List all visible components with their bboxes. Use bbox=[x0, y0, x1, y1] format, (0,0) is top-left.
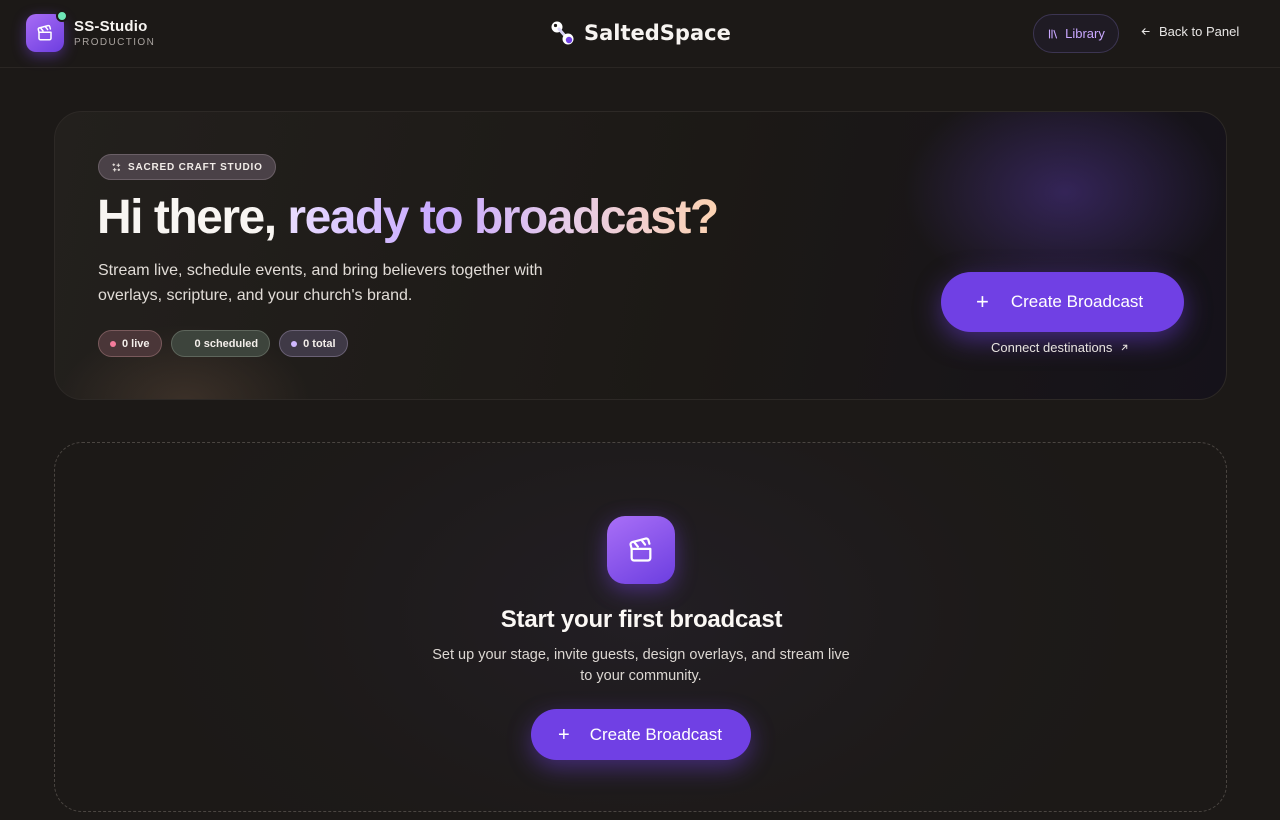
plus-icon: + bbox=[976, 289, 989, 314]
studio-brand[interactable]: SS-Studio PRODUCTION bbox=[26, 10, 156, 52]
brand-logo bbox=[26, 10, 68, 52]
total-dot-icon bbox=[291, 340, 298, 347]
arrow-left-icon bbox=[1141, 28, 1150, 35]
app-logo[interactable]: SaltedSpace bbox=[550, 20, 731, 46]
online-status-dot bbox=[56, 10, 68, 22]
library-button[interactable]: Library bbox=[1033, 14, 1119, 53]
empty-state-title: Start your first broadcast bbox=[500, 606, 783, 633]
sparkles-icon bbox=[112, 162, 121, 172]
empty-create-broadcast-button[interactable]: + Create Broadcast bbox=[531, 709, 751, 760]
brand-name: SS-Studio bbox=[74, 17, 148, 35]
create-broadcast-label: Create Broadcast bbox=[1010, 292, 1144, 311]
clapperboard-icon bbox=[629, 537, 652, 562]
badge-label: SACRED CRAFT STUDIO bbox=[128, 161, 263, 173]
total-count: 0 total bbox=[303, 337, 336, 350]
empty-state-panel: Start your first broadcast Set up your s… bbox=[54, 442, 1227, 812]
back-label: Back to Panel bbox=[1159, 24, 1240, 39]
app-name: SaltedSpace bbox=[584, 21, 731, 45]
scheduled-count-badge: 0 scheduled bbox=[170, 330, 271, 357]
live-count: 0 live bbox=[122, 337, 150, 350]
connect-destinations-label: Connect destinations bbox=[991, 340, 1113, 355]
empty-state-icon-tile bbox=[607, 516, 675, 584]
clapperboard-icon bbox=[37, 24, 52, 41]
empty-state-description: Set up your stage, invite guests, design… bbox=[432, 647, 850, 684]
library-label: Library bbox=[1065, 26, 1105, 41]
studio-badge: SACRED CRAFT STUDIO bbox=[98, 154, 276, 180]
hero-description: Stream live, schedule events, and bring … bbox=[98, 262, 543, 304]
broadcast-stats: 0 live 0 scheduled 0 total bbox=[98, 330, 348, 357]
back-to-panel-button[interactable]: Back to Panel bbox=[1140, 24, 1239, 39]
top-bar: SS-Studio PRODUCTION SaltedSpace Library… bbox=[0, 0, 1280, 68]
scheduled-count: 0 scheduled bbox=[194, 337, 259, 350]
live-dot-icon bbox=[110, 340, 116, 347]
welcome-hero: SACRED CRAFT STUDIO Hi there, ready to b… bbox=[54, 111, 1227, 400]
create-broadcast-button[interactable]: + Create Broadcast bbox=[941, 272, 1184, 332]
empty-create-broadcast-label: Create Broadcast bbox=[589, 724, 722, 744]
hero-title-highlight: ready to broadcast? bbox=[287, 191, 719, 244]
total-count-badge: 0 total bbox=[279, 330, 348, 357]
hero-title: Hi there, ready to broadcast? bbox=[97, 190, 719, 245]
saltedspace-logo-icon bbox=[551, 21, 574, 45]
live-count-badge: 0 live bbox=[98, 330, 162, 357]
library-icon bbox=[1049, 28, 1058, 39]
hero-title-greeting: Hi there, bbox=[97, 191, 288, 244]
plus-icon: + bbox=[558, 723, 570, 746]
brand-subtitle: PRODUCTION bbox=[74, 36, 156, 48]
arrow-up-right-icon bbox=[1122, 344, 1128, 351]
connect-destinations-link[interactable]: Connect destinations bbox=[991, 340, 1129, 355]
